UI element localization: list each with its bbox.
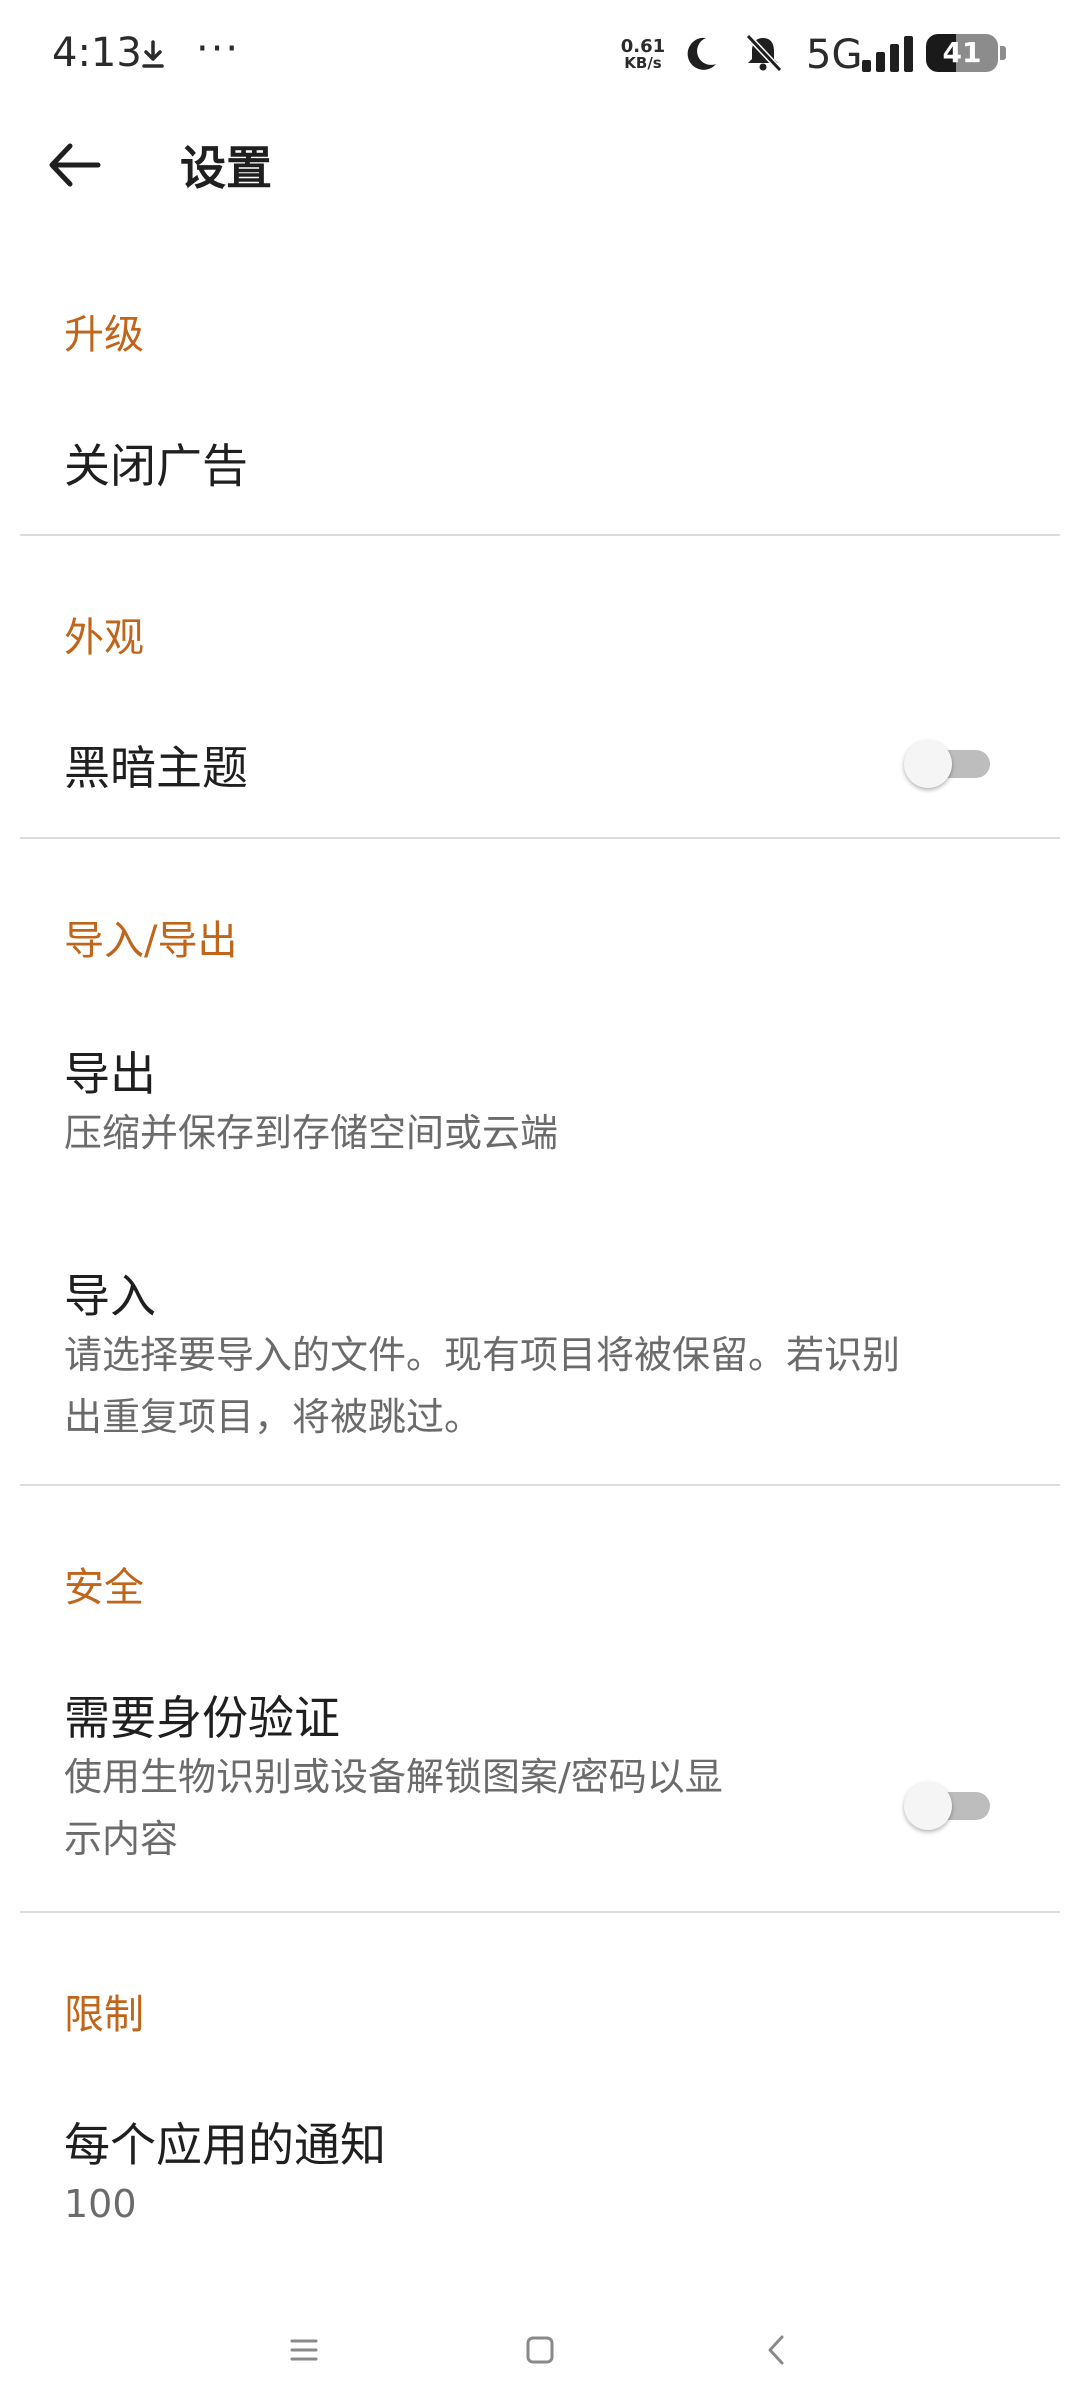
network-type: 5G (806, 32, 863, 78)
network-speed-value: 0.61 (620, 36, 666, 57)
import-title: 导入 (64, 1269, 156, 1323)
battery-cap (1000, 46, 1006, 60)
more-indicator: ··· (196, 26, 241, 72)
back-arrow-icon[interactable] (40, 130, 110, 200)
export-subtitle: 压缩并保存到存储空间或云端 (64, 1111, 559, 1155)
import-subtitle-line2: 出重复项目，将被跳过。 (64, 1395, 483, 1439)
signal-icon (862, 36, 913, 72)
require-auth-title: 需要身份验证 (64, 1691, 340, 1745)
divider (20, 1911, 1060, 1913)
section-header-security: 安全 (64, 1565, 144, 1611)
dark-theme-label: 黑暗主题 (64, 741, 248, 795)
network-speed: 0.61 KB/s (618, 38, 668, 72)
page-title: 设置 (180, 141, 272, 195)
battery-icon: 41 (926, 34, 1008, 74)
per-app-notifications-item[interactable]: 每个应用的通知 100 (0, 2085, 1080, 2255)
remove-ads-item[interactable]: 关闭广告 (0, 390, 1080, 530)
divider (20, 1484, 1060, 1486)
dark-theme-switch[interactable] (904, 730, 996, 790)
download-icon (142, 40, 164, 68)
app-bar: 设置 (0, 110, 1080, 210)
export-item[interactable]: 导出 压缩并保存到存储空间或云端 (0, 1010, 1080, 1180)
switch-thumb (904, 1782, 952, 1830)
menu-icon[interactable] (274, 2320, 334, 2380)
chevron-left-icon[interactable] (746, 2320, 806, 2380)
section-header-import-export: 导入/导出 (64, 918, 238, 964)
switch-thumb (904, 740, 952, 788)
section-header-appearance: 外观 (64, 615, 144, 661)
divider (20, 534, 1060, 536)
battery-level: 41 (942, 36, 982, 69)
import-subtitle-line1: 请选择要导入的文件。现有项目将被保留。若识别 (64, 1333, 901, 1377)
battery-body: 41 (926, 34, 998, 72)
status-bar: 4:13 ··· 0.61 KB/s 5G 41 (0, 0, 1080, 110)
section-header-upgrade: 升级 (64, 312, 144, 358)
dark-theme-item[interactable]: 黑暗主题 (0, 690, 1080, 830)
require-auth-subtitle-line1: 使用生物识别或设备解锁图案/密码以显 (64, 1755, 723, 1799)
system-nav-bar (0, 2300, 1080, 2400)
divider (20, 837, 1060, 839)
network-speed-unit: KB/s (624, 54, 662, 72)
export-title: 导出 (64, 1047, 156, 1101)
status-time: 4:13 (52, 30, 142, 76)
moon-icon (687, 37, 716, 70)
home-square-icon[interactable] (510, 2320, 570, 2380)
per-app-notifications-value: 100 (64, 2182, 137, 2226)
per-app-notifications-title: 每个应用的通知 (64, 2118, 386, 2172)
require-auth-switch[interactable] (904, 1772, 996, 1832)
require-auth-subtitle-line2: 示内容 (64, 1817, 179, 1861)
remove-ads-label: 关闭广告 (64, 439, 248, 493)
bell-off-icon (745, 33, 783, 73)
import-item[interactable]: 导入 请选择要导入的文件。现有项目将被保留。若识别 出重复项目，将被跳过。 (0, 1230, 1080, 1470)
section-header-limits: 限制 (64, 1992, 144, 2038)
require-auth-item[interactable]: 需要身份验证 使用生物识别或设备解锁图案/密码以显 示内容 (0, 1660, 1080, 1900)
